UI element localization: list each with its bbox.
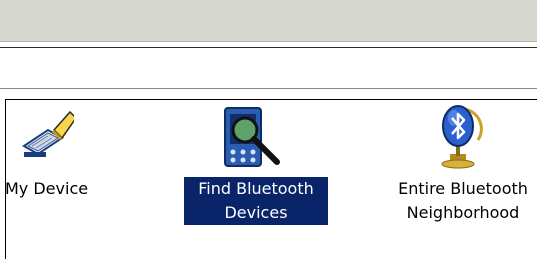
item-label-line2: Neighborhood [406, 203, 520, 222]
item-label: My Device [5, 179, 89, 198]
find-bluetooth-icon [221, 106, 287, 170]
bluetooth-globe-icon [432, 104, 486, 170]
separator [0, 90, 537, 98]
device-icon [18, 108, 77, 164]
item-label-line1: Find Bluetooth [184, 177, 328, 201]
item-label-line1: Entire Bluetooth [398, 179, 528, 198]
item-my-device[interactable]: My Device [5, 100, 116, 240]
address-bar[interactable] [0, 47, 537, 89]
item-entire-bluetooth-neighborhood[interactable]: Entire Bluetooth Neighborhood [378, 100, 537, 240]
item-label-line2: Devices [184, 201, 328, 225]
toolbar [0, 0, 537, 42]
icon-view: My Device Find Bluetooth Devices Entire … [5, 99, 537, 259]
item-find-bluetooth-devices[interactable]: Find Bluetooth Devices [176, 100, 336, 240]
